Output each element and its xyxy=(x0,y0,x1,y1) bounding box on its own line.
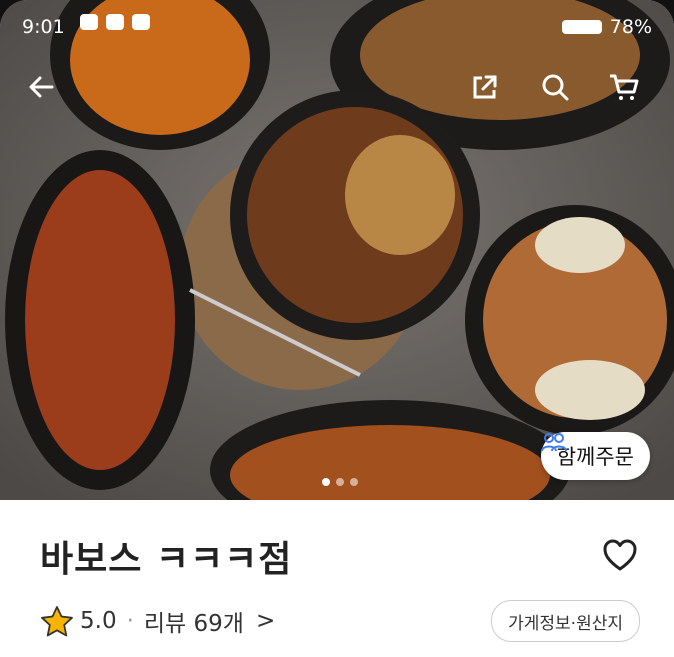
review-chevron: > xyxy=(255,608,276,634)
together-order-label: 함께주문 xyxy=(556,445,634,469)
pager-dot xyxy=(350,478,358,486)
signal-icon xyxy=(561,20,602,34)
rating-value: 5.0 xyxy=(80,608,117,634)
share-button[interactable] xyxy=(470,72,514,116)
cart-button[interactable] xyxy=(608,72,652,116)
store-info-button[interactable]: 가게정보·원산지 xyxy=(491,600,640,642)
favorite-heart-icon[interactable] xyxy=(602,538,638,574)
rating-row[interactable]: 5.0 · 리뷰 69개 > xyxy=(40,604,275,638)
rating-separator: · xyxy=(126,608,134,634)
review-count: 리뷰 69개 xyxy=(143,611,244,637)
status-time: 9:01 xyxy=(22,16,65,38)
image-pager xyxy=(322,478,358,486)
search-button[interactable] xyxy=(540,72,584,116)
store-name: 바보스 ㅋㅋㅋ점 xyxy=(40,539,293,580)
pager-dot-active xyxy=(322,478,330,486)
back-button[interactable] xyxy=(26,72,70,116)
share-icon xyxy=(473,75,497,99)
message-icon xyxy=(80,14,98,30)
battery-text: 78% xyxy=(609,16,652,38)
store-info-panel: 바보스 ㅋㅋㅋ점 5.0 · 리뷰 69개 > 가게정보·원산지 xyxy=(0,500,674,657)
together-order-button[interactable]: 함께주문 xyxy=(540,432,650,480)
app-screen: 9:01 78% 함께주문 바보스 ㅋㅋㅋ점 5.0 · 리뷰 69개 > 가게… xyxy=(0,0,674,657)
chat-icon xyxy=(132,14,150,30)
search-icon xyxy=(542,74,569,101)
app-icon xyxy=(106,14,124,30)
back-arrow-icon xyxy=(29,76,54,98)
group-users-icon xyxy=(540,433,567,452)
notification-icons xyxy=(80,14,150,30)
store-hero-image: 9:01 78% 함께주문 xyxy=(0,0,674,500)
star-icon xyxy=(41,606,73,637)
system-icons: 78% xyxy=(561,16,652,38)
status-bar: 9:01 78% xyxy=(0,0,674,56)
pager-dot xyxy=(336,478,344,486)
cart-icon xyxy=(610,74,639,100)
